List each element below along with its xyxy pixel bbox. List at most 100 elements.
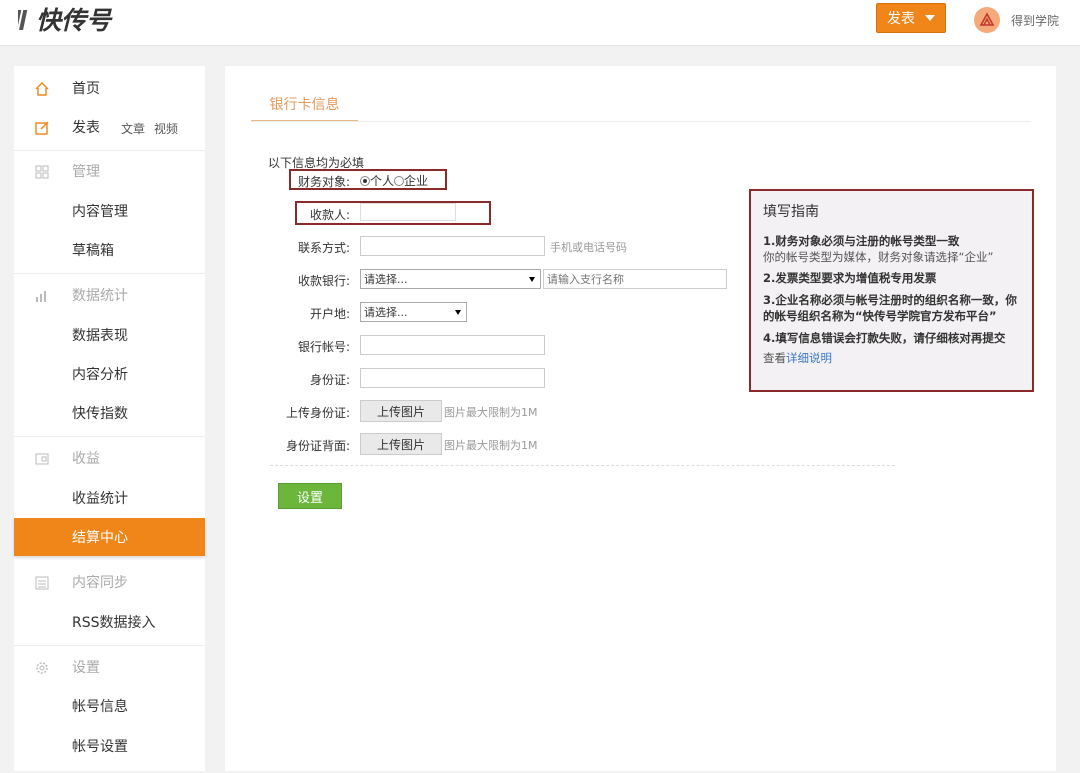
sidebar-item-label: 收益统计 bbox=[72, 491, 128, 507]
divider bbox=[14, 150, 205, 151]
region-select[interactable]: 请选择... bbox=[360, 302, 467, 322]
sidebar-item-income-stats[interactable]: 收益统计 bbox=[14, 480, 205, 516]
sidebar-item-account-info[interactable]: 帐号信息 bbox=[14, 688, 205, 724]
finance-radio-group: 个人 企业 bbox=[360, 172, 428, 189]
submit-label: 设置 bbox=[296, 490, 323, 506]
radio-enterprise[interactable] bbox=[394, 175, 405, 186]
detail-link[interactable]: 详细说明 bbox=[786, 351, 832, 365]
sidebar-item-rss[interactable]: RSS数据接入 bbox=[14, 604, 205, 640]
sidebar-item-label: 帐号设置 bbox=[72, 739, 128, 755]
radio-personal-label: 个人 bbox=[370, 174, 395, 188]
bank-account-label: 银行帐号: bbox=[297, 340, 350, 354]
publish-dropdown-button[interactable]: 发表 bbox=[876, 3, 946, 33]
radio-enterprise-label: 企业 bbox=[404, 174, 429, 188]
caret-down-icon bbox=[925, 15, 935, 21]
guide-item-3: 3.企业名称必须与帐号注册时的组织名称一致，你的帐号组织名称为“快传号学院官方发… bbox=[763, 293, 1017, 323]
sidebar-item-label: 数据表现 bbox=[72, 328, 128, 344]
guide-view-row: 查看详细说明 bbox=[763, 350, 1020, 366]
sidebar: 首页 发表 文章 视频 管理 内容管理 草稿箱 数据统计 数据表现 内容分析 快传… bbox=[14, 66, 205, 771]
sidebar-item-data-performance[interactable]: 数据表现 bbox=[14, 317, 205, 353]
region-select-value: 请选择... bbox=[364, 306, 408, 319]
sidebar-section-label: 内容同步 bbox=[72, 575, 128, 591]
id-card-label: 身份证: bbox=[309, 373, 350, 387]
sidebar-item-content-manage[interactable]: 内容管理 bbox=[14, 193, 205, 229]
upload-id-button[interactable]: 上传图片 bbox=[360, 400, 442, 422]
publish-sub-links: 文章 视频 bbox=[121, 120, 187, 137]
sidebar-section-settings: 设置 bbox=[14, 649, 205, 685]
logo-text: 快传号 bbox=[36, 6, 113, 35]
avatar[interactable] bbox=[974, 7, 1000, 33]
guide-item-1-note: 你的帐号类型为媒体，财务对象请选择“企业” bbox=[763, 250, 994, 264]
tab-label: 银行卡信息 bbox=[269, 97, 340, 113]
sidebar-item-label: 结算中心 bbox=[72, 530, 128, 546]
bank-select[interactable]: 请选择... bbox=[360, 269, 541, 289]
sync-list-icon bbox=[35, 576, 49, 590]
link-article[interactable]: 文章 bbox=[121, 122, 145, 136]
avatar-logo-icon bbox=[979, 12, 995, 26]
guide-item-2: 2.发票类型要求为增值税专用发票 bbox=[763, 271, 937, 285]
upload-id-label: 上传身份证: bbox=[285, 406, 350, 420]
sidebar-section-income: 收益 bbox=[14, 440, 205, 476]
top-header: 快传号 发表 得到学院 bbox=[0, 0, 1080, 46]
wallet-icon bbox=[35, 453, 49, 465]
sidebar-item-label: 首页 bbox=[72, 81, 100, 97]
sidebar-section-manage: 管理 bbox=[14, 153, 205, 189]
divider bbox=[14, 645, 205, 646]
contact-input[interactable] bbox=[360, 236, 545, 256]
sidebar-section-label: 管理 bbox=[72, 164, 100, 180]
sidebar-section-stats: 数据统计 bbox=[14, 277, 205, 313]
upload-button-label: 上传图片 bbox=[376, 404, 425, 419]
divider bbox=[14, 273, 205, 274]
sidebar-section-label: 收益 bbox=[72, 451, 100, 467]
bank-account-input[interactable] bbox=[360, 335, 545, 355]
bank-label: 收款银行: bbox=[297, 274, 350, 288]
publish-button-label: 发表 bbox=[887, 11, 915, 27]
sidebar-item-account-settings[interactable]: 帐号设置 bbox=[14, 728, 205, 764]
sidebar-item-settlement[interactable]: 结算中心 bbox=[14, 518, 205, 556]
sidebar-section-label: 数据统计 bbox=[72, 288, 128, 304]
gear-icon bbox=[36, 662, 48, 674]
branch-input[interactable] bbox=[543, 269, 727, 289]
guide-title: 填写指南 bbox=[763, 204, 819, 220]
upload-id-back-button[interactable]: 上传图片 bbox=[360, 433, 442, 455]
sidebar-item-label: 快传指数 bbox=[72, 406, 128, 422]
edit-icon bbox=[35, 121, 49, 135]
upload-id-back-label: 身份证背面: bbox=[285, 439, 350, 453]
guide-item-1: 1.财务对象必须与注册的帐号类型一致 bbox=[763, 234, 960, 248]
id-card-input[interactable] bbox=[360, 368, 545, 388]
upload-id-hint: 图片最大限制为1M bbox=[444, 406, 538, 419]
sidebar-item-label: 发表 bbox=[72, 120, 100, 136]
bar-chart-icon bbox=[36, 291, 46, 302]
grid-icon bbox=[35, 165, 49, 179]
submit-button[interactable]: 设置 bbox=[278, 483, 342, 509]
sidebar-item-drafts[interactable]: 草稿箱 bbox=[14, 232, 205, 268]
payee-label: 收款人: bbox=[309, 208, 350, 222]
sidebar-item-label: 帐号信息 bbox=[72, 699, 128, 715]
dropdown-arrow-icon bbox=[529, 277, 535, 282]
username[interactable]: 得到学院 bbox=[1011, 12, 1059, 29]
guide-view-text: 查看 bbox=[763, 351, 786, 365]
link-video[interactable]: 视频 bbox=[154, 122, 178, 136]
kuaichuanhao-logo[interactable]: 快传号 bbox=[13, 2, 138, 36]
bank-select-value: 请选择... bbox=[364, 273, 408, 286]
form-divider bbox=[270, 465, 895, 466]
radio-personal[interactable] bbox=[360, 175, 370, 186]
fill-guide-panel: 填写指南 1.财务对象必须与注册的帐号类型一致 你的帐号类型为媒体，财务对象请选… bbox=[749, 189, 1034, 392]
sidebar-item-kuaichuan-index[interactable]: 快传指数 bbox=[14, 395, 205, 431]
sidebar-section-label: 设置 bbox=[72, 660, 100, 676]
sidebar-section-content-sync: 内容同步 bbox=[14, 564, 205, 600]
tab-divider bbox=[251, 121, 1031, 122]
tab-bank-card-info[interactable]: 银行卡信息 bbox=[251, 94, 358, 122]
sidebar-item-label: 草稿箱 bbox=[72, 243, 114, 259]
sidebar-item-content-analysis[interactable]: 内容分析 bbox=[14, 356, 205, 392]
divider bbox=[14, 436, 205, 437]
sidebar-item-home[interactable]: 首页 bbox=[14, 70, 205, 106]
main-panel: 银行卡信息 以下信息均为必填 财务对象: 个人 企业 收款人: 联系方式: 手机… bbox=[225, 66, 1056, 771]
sidebar-item-label: 内容管理 bbox=[72, 204, 128, 220]
guide-item-4: 4.填写信息错误会打款失败，请仔细核对再提交 bbox=[763, 331, 1006, 345]
sidebar-item-label: 内容分析 bbox=[72, 367, 128, 383]
upload-id-back-hint: 图片最大限制为1M bbox=[444, 439, 538, 452]
sidebar-item-label: RSS数据接入 bbox=[72, 615, 156, 631]
payee-input[interactable] bbox=[360, 203, 456, 221]
upload-button-label: 上传图片 bbox=[376, 437, 425, 452]
